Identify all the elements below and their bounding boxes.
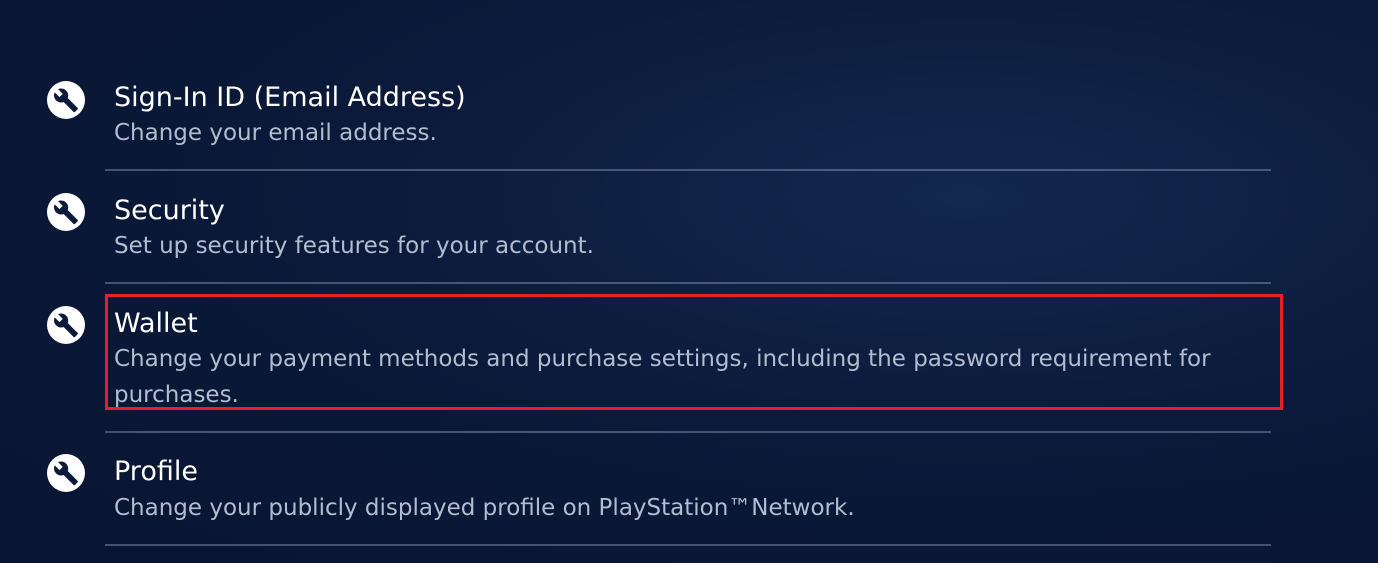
wrench-icon [47,81,85,119]
menu-item-description: Change your payment methods and purchase… [114,346,1211,408]
menu-item-description: Change your publicly displayed profile o… [114,495,855,521]
account-settings-menu: Sign-In ID (Email Address) Change your e… [0,0,1378,563]
menu-item-description: Set up security features for your accoun… [114,233,594,259]
divider [105,169,1271,171]
menu-item-title: Profile [114,456,198,487]
menu-item-title: Sign-In ID (Email Address) [114,82,466,113]
wrench-icon [47,193,85,231]
divider [105,544,1271,546]
wrench-icon [47,306,85,344]
menu-item-title: Wallet [114,308,198,339]
menu-item-description: Change your email address. [114,120,437,146]
menu-item-title: Security [114,195,225,226]
wrench-icon [47,454,85,492]
divider [105,431,1271,433]
divider [105,282,1271,284]
